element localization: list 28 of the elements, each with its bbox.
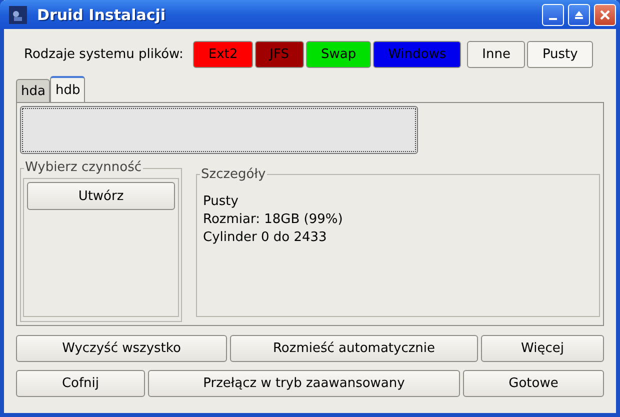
action-button[interactable]: Przełącz w tryb zaawansowany xyxy=(148,370,460,397)
group-title: Wybierz czynność xyxy=(24,160,142,176)
create-button[interactable]: Utwórz xyxy=(27,182,175,210)
detail-text: Rozmiar: 18GB (99%) xyxy=(203,211,344,229)
disk-tab[interactable]: hda xyxy=(16,79,50,102)
action-button[interactable]: Gotowe xyxy=(463,370,604,397)
filesystem-type-button[interactable]: Swap xyxy=(306,41,372,68)
detail-text: Pusty xyxy=(203,193,240,211)
disk-partition-bar[interactable] xyxy=(20,106,418,154)
minimize-icon xyxy=(549,18,557,20)
app-icon xyxy=(9,6,27,24)
filesystem-type-button[interactable]: Pusty xyxy=(527,41,593,68)
detail-text: Cylinder 0 do 2433 xyxy=(203,229,328,247)
disk-tab[interactable]: hdb xyxy=(50,76,86,102)
action-button[interactable]: Rozmieść automatycznie xyxy=(230,335,478,362)
close-icon xyxy=(600,10,610,20)
action-button[interactable]: Cofnij xyxy=(16,370,145,397)
minimize-button[interactable] xyxy=(542,4,564,26)
action-button[interactable]: Więcej xyxy=(481,335,604,362)
filesystem-type-button[interactable]: Ext2 xyxy=(193,41,253,68)
eject-icon xyxy=(574,10,584,20)
maximize-button[interactable] xyxy=(568,4,590,26)
filesystem-types-label: Rodzaje systemu plików: xyxy=(24,47,184,62)
window-title: Druid Instalacji xyxy=(37,6,166,24)
action-button[interactable]: Wyczyść wszystko xyxy=(16,335,227,362)
filesystem-type-button[interactable]: Inne xyxy=(467,41,526,68)
close-button[interactable] xyxy=(594,4,616,26)
group-title: Szczegóły xyxy=(200,167,267,183)
